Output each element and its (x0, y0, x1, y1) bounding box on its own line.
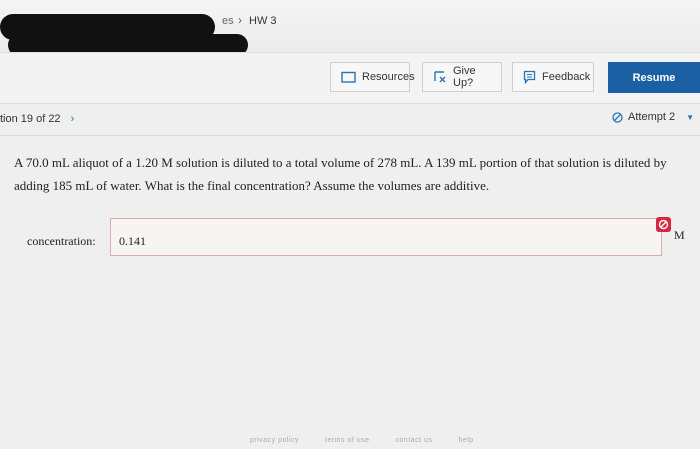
concentration-input[interactable]: 0.141 (114, 231, 151, 252)
unit-label: M (674, 228, 685, 242)
resources-button[interactable]: Resources (330, 62, 415, 92)
divider (0, 135, 700, 136)
toolbar: Resources Give Up? Feedback Resume (0, 52, 700, 104)
feedback-label: Feedback (542, 71, 591, 83)
incorrect-icon (656, 217, 671, 232)
footer-link-help[interactable]: help (458, 437, 473, 444)
question-navigator: tion 19 of 22 › (0, 113, 74, 125)
give-up-button[interactable]: Give Up? (422, 62, 502, 92)
footer-link-privacy[interactable]: privacy policy (250, 437, 299, 444)
resume-button[interactable]: Resume (608, 62, 700, 93)
chevron-down-icon: ▼ (686, 112, 694, 122)
answer-label: concentration: (27, 234, 96, 248)
folder-icon (341, 71, 356, 83)
footer-link-contact[interactable]: contact us (396, 437, 433, 444)
give-up-label: Give Up? (453, 65, 476, 89)
resources-label: Resources (362, 71, 415, 83)
footer-link-terms[interactable]: terms of use (325, 437, 370, 444)
attempt-selector[interactable]: Attempt 2 ▼ (612, 111, 694, 123)
breadcrumb-parent[interactable]: es (222, 15, 234, 27)
question-text: A 70.0 mL aliquot of a 1.20 M solution i… (14, 155, 667, 193)
give-up-icon (434, 71, 446, 83)
question-position: tion 19 of 22 (0, 113, 61, 125)
breadcrumb-separator: › (238, 13, 242, 27)
attempt-status-icon (612, 111, 623, 123)
answer-input-box[interactable] (110, 218, 662, 256)
next-question-button[interactable]: › (71, 113, 75, 125)
footer-links: privacy policy terms of use contact us h… (250, 437, 474, 444)
attempt-label: Attempt 2 (628, 111, 676, 123)
feedback-button[interactable]: Feedback (512, 62, 594, 92)
breadcrumb-current[interactable]: HW 3 (249, 15, 277, 27)
feedback-icon (523, 70, 536, 84)
